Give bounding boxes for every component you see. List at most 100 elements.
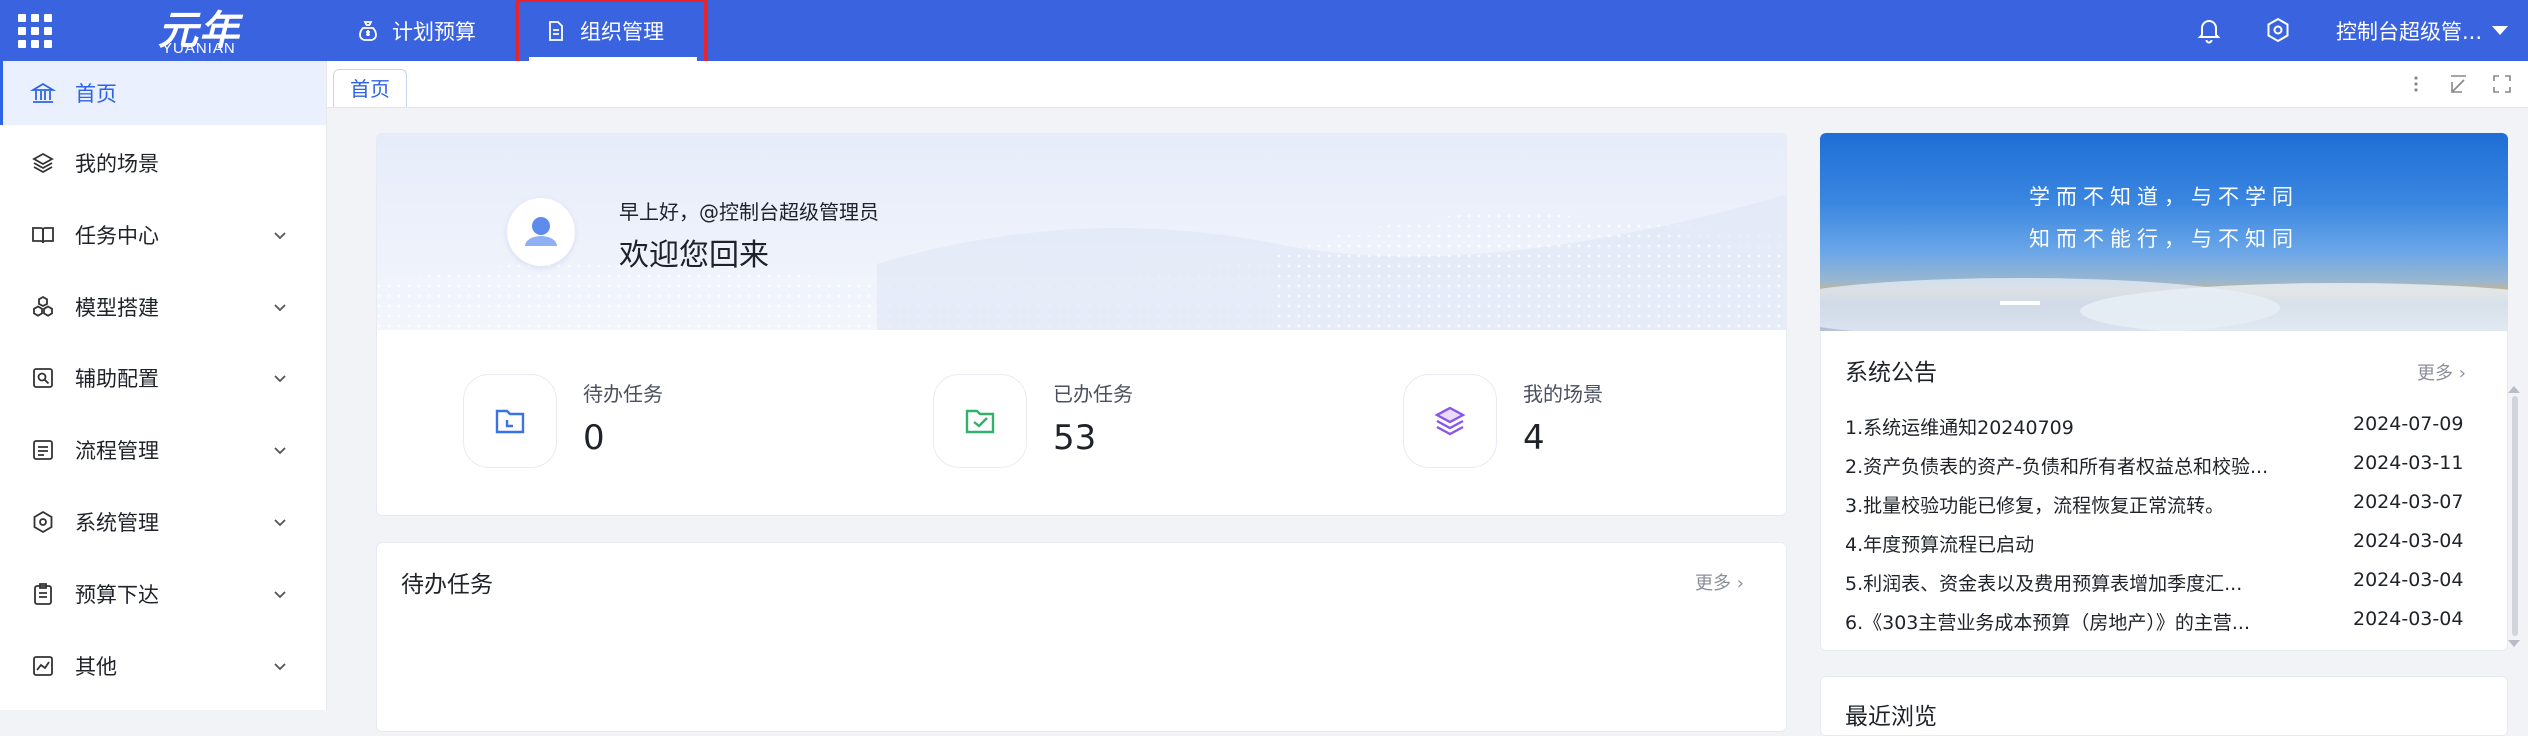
apps-grid-icon[interactable] — [18, 14, 52, 48]
notice-item-date: 2024-03-04 — [2353, 569, 2464, 591]
gear-icon — [33, 510, 53, 534]
highlight-box — [515, 0, 708, 66]
sidebar: 首页 我的场景 任务中心 模型搭建 辅助配置 流程管理 系统管理 预算下达 其他 — [0, 61, 327, 710]
stat-label: 我的场景 — [1523, 382, 1603, 406]
notice-item-date: 2024-03-11 — [2353, 452, 2464, 474]
chevron-down-icon — [274, 304, 286, 312]
sidebar-item-label: 系统管理 — [75, 511, 159, 535]
notice-item[interactable]: 3.批量校验功能已修复，流程恢复正常流转。 2024-03-07 — [1845, 491, 2485, 521]
sidebar-item-model-build[interactable]: 模型搭建 — [0, 275, 326, 339]
welcome-title: 欢迎您回来 — [619, 238, 769, 273]
todo-card: 待办任务 更多 › — [376, 542, 1787, 732]
recent-title: 最近浏览 — [1845, 704, 1937, 730]
chevron-down-icon — [274, 519, 286, 527]
avatar — [507, 198, 575, 266]
bell-icon[interactable] — [2193, 14, 2225, 46]
flow-doc-icon — [33, 440, 53, 460]
brand-logo[interactable]: 元年 YUANIAN — [148, 2, 298, 60]
sidebar-item-task-center[interactable]: 任务中心 — [0, 203, 326, 267]
notice-item-title: 3.批量校验功能已修复，流程恢复正常流转。 — [1845, 495, 2225, 517]
stat-label: 已办任务 — [1053, 382, 1133, 406]
notice-item-title: 2.资产负债表的资产-负债和所有者权益总和校验... — [1845, 456, 2269, 478]
tab-bar: 首页 — [327, 61, 2528, 108]
notice-item[interactable]: 1.系统运维通知20240709 2024-07-09 — [1845, 413, 2485, 443]
stat-value: 0 — [583, 418, 605, 458]
notice-item-date: 2024-07-09 — [2353, 413, 2464, 435]
stat-icon-box — [463, 374, 557, 468]
sidebar-item-label: 其他 — [75, 655, 117, 679]
sidebar-item-system-mgmt[interactable]: 系统管理 — [0, 490, 326, 554]
banner-quote-line-1: 学而不知道，与不学同 — [2029, 185, 2299, 209]
greeting-text: 早上好，@控制台超级管理员 — [619, 200, 879, 224]
notice-item-date: 2024-03-07 — [2353, 491, 2464, 513]
user-icon — [525, 217, 557, 246]
sidebar-item-label: 我的场景 — [75, 152, 159, 176]
wave-pattern — [377, 194, 1786, 330]
sidebar-item-label: 流程管理 — [75, 439, 159, 463]
cubes-icon — [33, 295, 53, 317]
todo-title: 待办任务 — [401, 572, 493, 598]
collapse-icon[interactable] — [2447, 73, 2469, 95]
sidebar-item-my-scenes[interactable]: 我的场景 — [0, 131, 326, 195]
notice-item[interactable]: 4.年度预算流程已启动 2024-03-04 — [1845, 530, 2485, 560]
notice-item-date: 2024-03-04 — [2353, 608, 2464, 630]
book-icon — [32, 227, 54, 244]
notice-scrollbar[interactable] — [2512, 396, 2518, 636]
stat-icon-box — [1403, 374, 1497, 468]
notice-card: 系统公告 更多 › 1.系统运维通知20240709 2024-07-09 2.… — [1820, 331, 2508, 651]
scroll-down-icon[interactable] — [2508, 640, 2520, 647]
todo-more-link[interactable]: 更多 › — [1695, 569, 1744, 595]
more-vertical-icon[interactable] — [2405, 73, 2427, 95]
moneybag-icon — [359, 20, 377, 41]
welcome-card: 早上好，@控制台超级管理员 欢迎您回来 待办任务 0 已办任务 53 我的场景 … — [376, 133, 1787, 516]
chevron-down-icon — [274, 663, 286, 671]
quote-banner: 学而不知道，与不学同 知而不能行，与不知同 — [1820, 133, 2508, 331]
notice-item[interactable]: 5.利润表、资金表以及费用预算表增加季度汇... 2024-03-04 — [1845, 569, 2485, 599]
notice-more-link[interactable]: 更多 › — [2417, 359, 2466, 385]
caret-down-icon — [2492, 26, 2509, 35]
layers-icon — [1434, 406, 1466, 436]
folder-check-icon — [965, 409, 995, 434]
stat-label: 待办任务 — [583, 382, 663, 406]
notice-item-title: 6.《303主营业务成本预算（房地产）》的主营... — [1845, 612, 2251, 634]
tab-home[interactable]: 首页 — [333, 69, 407, 107]
sidebar-item-label: 辅助配置 — [75, 367, 159, 391]
user-name: 控制台超级管... — [2336, 19, 2483, 44]
user-menu[interactable]: 控制台超级管... — [2336, 0, 2509, 61]
sidebar-item-home[interactable]: 首页 — [0, 61, 326, 125]
sidebar-item-label: 任务中心 — [75, 224, 159, 248]
gear-icon[interactable] — [2262, 14, 2294, 46]
clipboard-icon — [34, 583, 52, 605]
notice-item[interactable]: 2.资产负债表的资产-负债和所有者权益总和校验... 2024-03-11 — [1845, 452, 2485, 482]
notice-item-title: 5.利润表、资金表以及费用预算表增加季度汇... — [1845, 573, 2243, 595]
scroll-up-icon[interactable] — [2508, 386, 2520, 393]
fullscreen-icon[interactable] — [2491, 73, 2513, 95]
chart-icon — [33, 656, 53, 676]
welcome-banner — [377, 134, 1786, 330]
notice-item-title: 1.系统运维通知20240709 — [1845, 417, 2074, 439]
nav-label: 计划预算 — [392, 19, 476, 44]
notice-title: 系统公告 — [1845, 360, 1937, 386]
chevron-down-icon — [274, 591, 286, 599]
sidebar-item-label: 预算下达 — [75, 583, 159, 607]
notice-item-title: 4.年度预算流程已启动 — [1845, 534, 2035, 556]
stat-icon-box — [933, 374, 1027, 468]
stat-value: 4 — [1523, 418, 1545, 458]
layers-icon — [32, 152, 54, 174]
bank-icon — [30, 82, 56, 103]
stat-value: 53 — [1053, 418, 1097, 458]
sidebar-item-budget-issue[interactable]: 预算下达 — [0, 562, 326, 626]
chevron-down-icon — [274, 232, 286, 240]
notice-item-date: 2024-03-04 — [2353, 530, 2464, 552]
banner-quote-line-2: 知而不能行，与不知同 — [2029, 227, 2299, 251]
chevron-down-icon — [274, 375, 286, 383]
folder-clock-icon — [495, 409, 525, 434]
sidebar-item-other[interactable]: 其他 — [0, 634, 326, 698]
sidebar-item-label: 首页 — [75, 82, 117, 106]
sidebar-item-aux-config[interactable]: 辅助配置 — [0, 346, 326, 410]
recent-card: 最近浏览 — [1820, 676, 2508, 736]
sidebar-item-process-mgmt[interactable]: 流程管理 — [0, 418, 326, 482]
chevron-down-icon — [274, 447, 286, 455]
notice-item[interactable]: 6.《303主营业务成本预算（房地产）》的主营... 2024-03-04 — [1845, 608, 2485, 638]
nav-plan-budget[interactable]: 计划预算 — [356, 0, 476, 61]
